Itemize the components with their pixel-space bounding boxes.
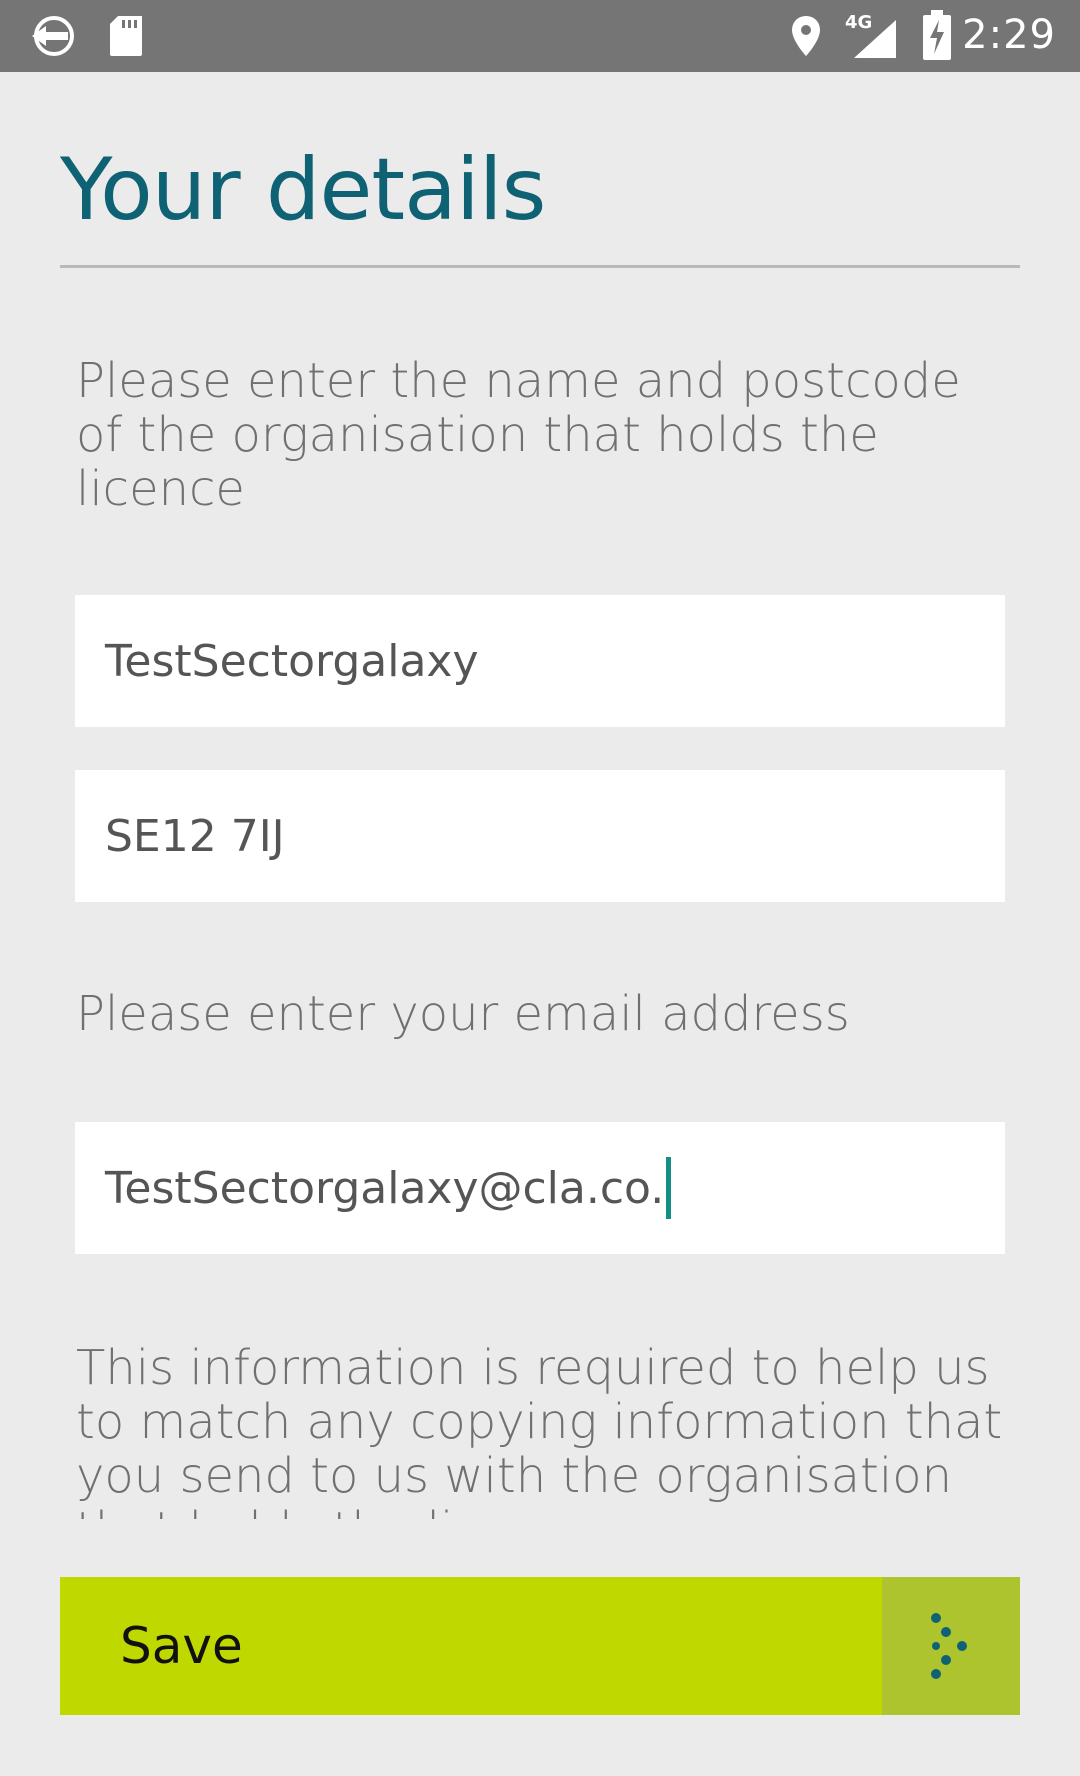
email-value: TestSectorgalaxy@cla.co. <box>105 1162 665 1214</box>
sd-card-icon <box>108 14 144 62</box>
page-title: Your details <box>60 140 546 240</box>
signal-icon <box>852 18 898 62</box>
email-input[interactable]: TestSectorgalaxy@cla.co. <box>75 1122 1005 1254</box>
organisation-instructions: Please enter the name and postcode of th… <box>76 353 961 517</box>
save-button-main[interactable]: Save <box>60 1577 882 1715</box>
location-icon <box>790 14 822 62</box>
dotted-chevron-right-icon <box>931 1613 967 1679</box>
status-time: 2:29 <box>962 12 1056 58</box>
save-arrow-area[interactable] <box>882 1577 1020 1715</box>
battery-charging-icon <box>922 10 952 64</box>
organisation-name-value: TestSectorgalaxy <box>105 635 479 687</box>
email-instructions: Please enter your email address <box>76 986 850 1042</box>
save-button[interactable]: Save <box>60 1577 1020 1715</box>
app-notification-icon <box>26 14 82 62</box>
postcode-value: SE12 7IJ <box>105 810 285 862</box>
info-text: This information is required to help us … <box>76 1341 1003 1519</box>
status-bar: 4G 2:29 <box>0 0 1080 72</box>
title-divider <box>60 265 1020 268</box>
save-button-label: Save <box>120 1617 243 1675</box>
organisation-name-input[interactable]: TestSectorgalaxy <box>75 595 1005 727</box>
postcode-input[interactable]: SE12 7IJ <box>75 770 1005 902</box>
text-caret <box>666 1157 672 1219</box>
